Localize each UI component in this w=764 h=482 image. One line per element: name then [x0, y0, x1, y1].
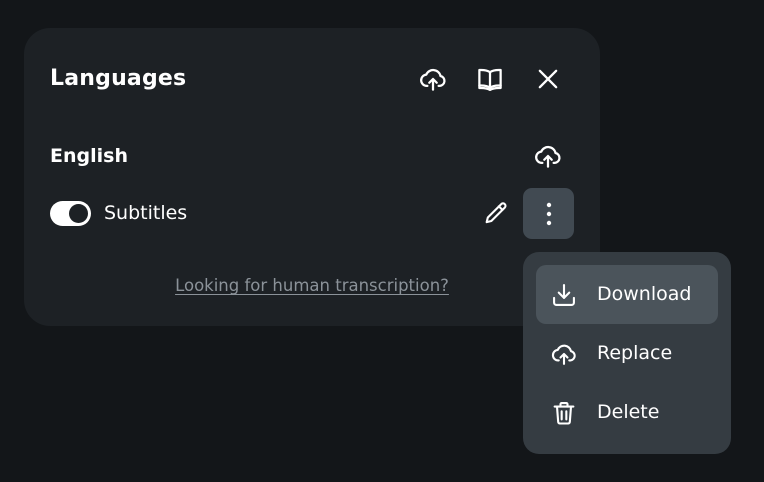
book-icon [478, 68, 502, 91]
close-button[interactable] [528, 59, 568, 99]
dictionary-button[interactable] [470, 59, 510, 99]
language-upload-button[interactable] [528, 136, 568, 176]
more-options-button[interactable] [523, 188, 574, 239]
human-transcription-link[interactable]: Looking for human transcription? [24, 274, 600, 298]
more-vertical-icon [546, 202, 551, 225]
pencil-icon [485, 202, 507, 224]
track-label: Subtitles [104, 202, 188, 224]
trash-icon [553, 402, 575, 425]
language-name: English [50, 145, 128, 167]
menu-item-delete[interactable]: Delete [536, 383, 718, 442]
subtitles-toggle[interactable] [50, 201, 91, 226]
edit-button[interactable] [476, 194, 516, 234]
menu-item-label: Delete [597, 401, 660, 423]
track-options-menu: Download Replace Delete [523, 252, 731, 454]
menu-item-download[interactable]: Download [536, 265, 718, 324]
cloud-upload-icon [551, 344, 576, 365]
menu-item-replace[interactable]: Replace [536, 324, 718, 383]
menu-item-label: Replace [597, 342, 673, 364]
cloud-upload-icon [535, 145, 561, 168]
upload-button[interactable] [413, 59, 453, 99]
download-icon [553, 284, 575, 306]
toggle-knob [69, 204, 88, 223]
cloud-upload-icon [420, 68, 446, 91]
panel-title: Languages [50, 66, 187, 91]
menu-item-label: Download [597, 283, 692, 305]
close-icon [538, 69, 558, 89]
languages-panel: Languages English Subtitles Looking for … [24, 28, 600, 326]
